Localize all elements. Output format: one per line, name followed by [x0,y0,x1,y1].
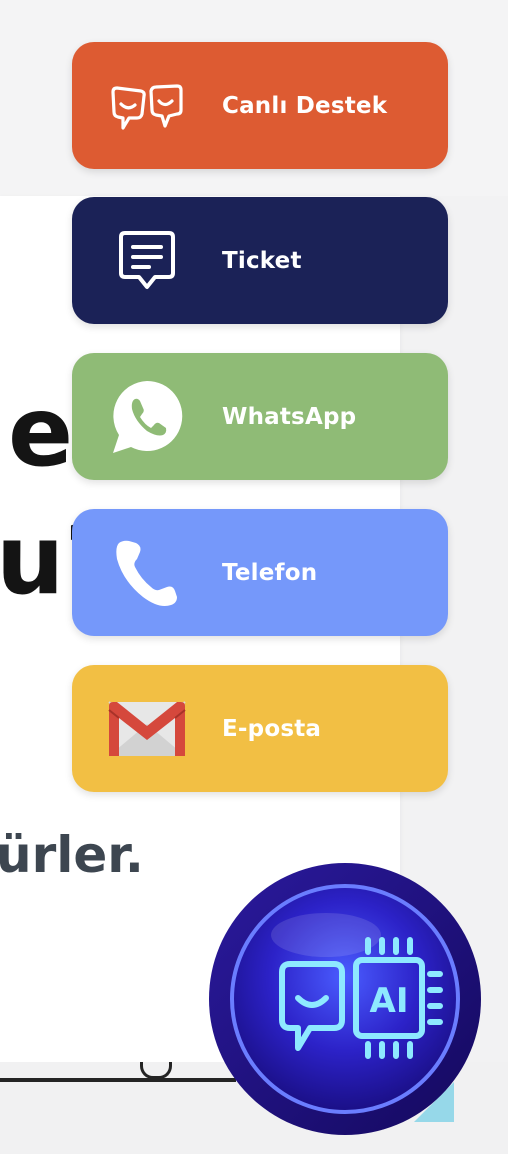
whatsapp-label: WhatsApp [222,403,357,430]
email-label: E-posta [222,715,322,742]
ticket-label: Ticket [222,247,302,274]
ai-chip-label: AI [370,981,409,1021]
ai-assistant-button[interactable]: AI [206,860,484,1138]
phone-icon [72,509,222,636]
live-support-button[interactable]: Canlı Destek [72,42,448,169]
text-fragment-3: ürler. [0,826,144,884]
whatsapp-icon [72,353,222,480]
telefon-button[interactable]: Telefon [72,509,448,636]
ticket-button[interactable]: Ticket [72,197,448,324]
whatsapp-button[interactable]: WhatsApp [72,353,448,480]
live-chat-faces-icon [72,42,222,169]
live-support-label: Canlı Destek [222,92,388,119]
email-button[interactable]: E-posta [72,665,448,792]
divider-line [0,1078,236,1082]
ticket-message-icon [72,197,222,324]
gmail-envelope-icon [72,665,222,792]
telefon-label: Telefon [222,559,318,586]
